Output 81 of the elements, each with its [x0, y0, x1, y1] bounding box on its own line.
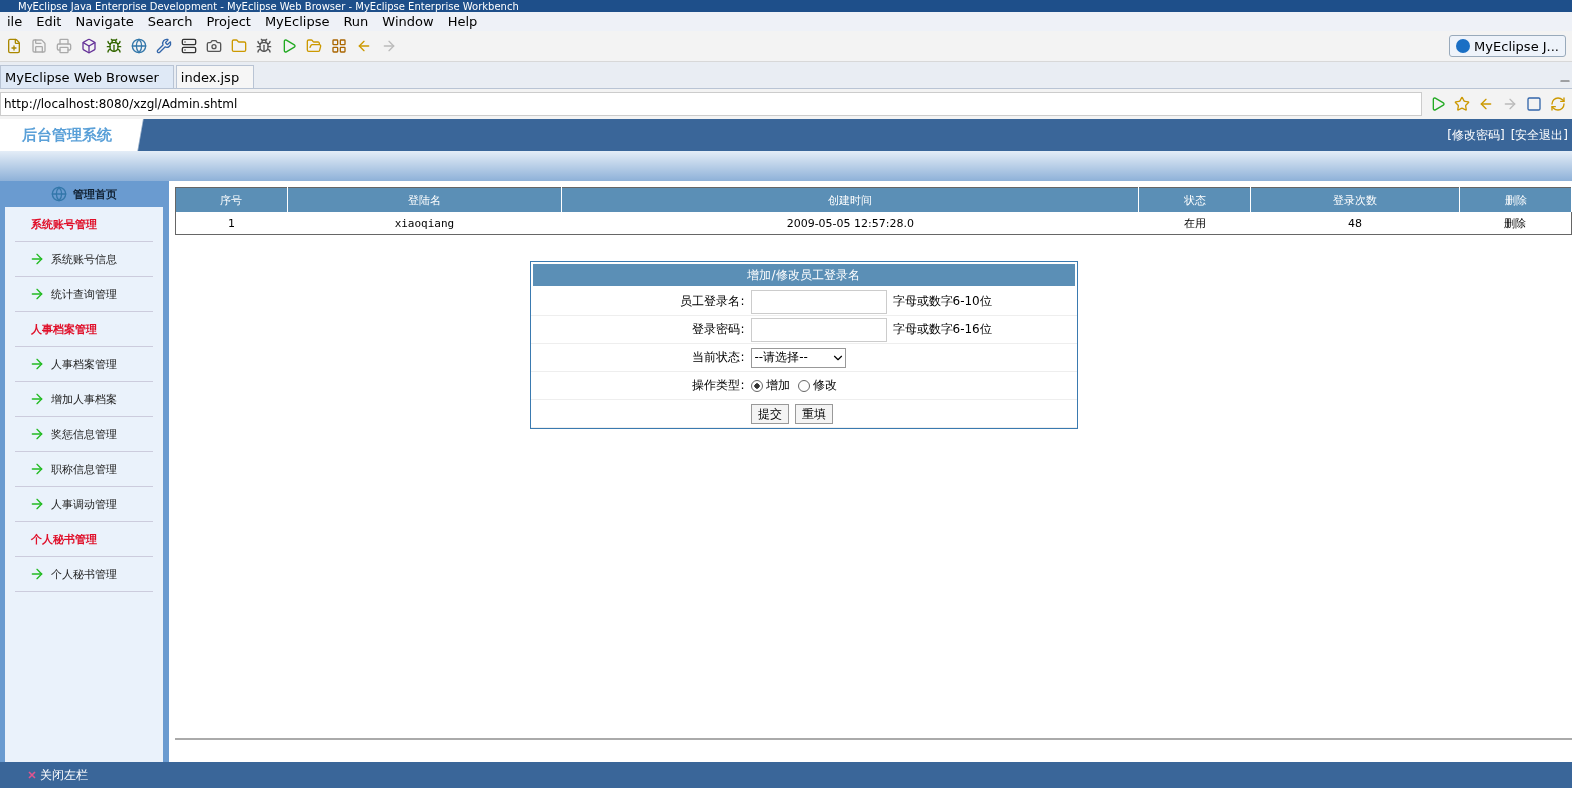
save-icon[interactable] — [31, 38, 47, 54]
editor-tab[interactable]: index.jsp — [175, 65, 255, 88]
sidebar-link[interactable]: 职称信息管理 — [51, 461, 117, 477]
sidebar-section-title: 人事档案管理 — [31, 321, 97, 337]
forward-arrow-icon[interactable] — [381, 38, 397, 54]
globe-icon[interactable] — [131, 38, 147, 54]
grid-icon[interactable] — [331, 38, 347, 54]
folder-icon[interactable] — [231, 38, 247, 54]
close-icon — [28, 771, 36, 779]
input-field[interactable] — [750, 317, 887, 342]
field-hint: 字母或数字6-16位 — [891, 321, 993, 338]
forward-arrow-icon[interactable] — [1502, 96, 1518, 112]
header-link[interactable]: [修改密码] — [1447, 126, 1505, 144]
menu-item[interactable]: Search — [140, 14, 200, 29]
perspective-button[interactable]: MyEclipse J... — [1449, 35, 1566, 57]
column-header: 删除 — [1459, 187, 1572, 212]
sidebar-section-title: 个人秘书管理 — [31, 531, 97, 547]
menu-item[interactable]: Edit — [29, 14, 69, 29]
table-cell: 1 — [175, 212, 287, 235]
menu-item[interactable]: Help — [440, 14, 485, 29]
new-file-icon[interactable] — [6, 38, 22, 54]
window-title: MyEclipse Java Enterprise Development - MyEclipse Web Browser - MyEclipse Enterprise Workbench — [18, 0, 519, 12]
back-arrow-icon[interactable] — [356, 38, 372, 54]
menu-item[interactable]: Run — [336, 14, 376, 29]
url-field[interactable]: http://localhost:8080/xzgl/Admin.shtml — [0, 92, 1422, 116]
column-header: 序号 — [175, 187, 287, 212]
star-icon[interactable] — [1454, 96, 1470, 112]
box-icon[interactable] — [81, 38, 97, 54]
refresh-icon[interactable] — [1550, 96, 1566, 112]
sidebar-link[interactable]: 系统账号信息 — [51, 251, 117, 267]
print-icon[interactable] — [56, 38, 72, 54]
table-cell: 在用 — [1138, 212, 1251, 235]
input-field[interactable] — [750, 289, 887, 314]
arrow-icon — [29, 251, 45, 267]
menu-item[interactable]: Navigate — [68, 14, 141, 29]
menu-item[interactable]: Window — [375, 14, 441, 29]
camera-icon[interactable] — [206, 38, 222, 54]
go-icon[interactable] — [1430, 96, 1446, 112]
sidebar-link[interactable]: 奖惩信息管理 — [51, 426, 117, 442]
close-sidebar-link[interactable]: 关闭左栏 — [40, 766, 88, 784]
sidebar-section-title: 系统账号管理 — [31, 216, 97, 232]
field-hint: 字母或数字6-10位 — [891, 293, 993, 310]
home-link[interactable]: 管理首页 — [73, 186, 117, 202]
column-header: 创建时间 — [561, 187, 1139, 212]
menu-item[interactable]: MyEclipse — [257, 14, 337, 29]
table-cell: 48 — [1250, 212, 1460, 235]
arrow-icon — [29, 566, 45, 582]
form-button[interactable]: 重填 — [794, 403, 833, 424]
header-link[interactable]: [安全退出] — [1510, 126, 1568, 144]
form-title: 增加/修改员工登录名 — [532, 264, 1075, 286]
back-arrow-icon[interactable] — [1478, 96, 1494, 112]
bug-icon[interactable] — [106, 38, 122, 54]
radio-option[interactable]: 修改 — [797, 377, 837, 394]
field-label: 员工登录名: — [680, 293, 746, 310]
folder-icon[interactable] — [306, 38, 322, 54]
sidebar-link[interactable]: 个人秘书管理 — [51, 566, 117, 582]
menu-item[interactable]: ile — [0, 14, 30, 29]
field-label: 操作类型: — [692, 377, 746, 394]
stop-icon[interactable] — [1526, 96, 1542, 112]
server-icon[interactable] — [181, 38, 197, 54]
sidebar-link[interactable]: 统计查询管理 — [51, 286, 117, 302]
editor-tab[interactable]: MyEclipse Web Browser — [0, 65, 174, 88]
bug-icon[interactable] — [256, 38, 272, 54]
wrench-icon[interactable] — [156, 38, 172, 54]
field-label: 当前状态: — [692, 349, 746, 366]
sidebar-link[interactable]: 人事档案管理 — [51, 356, 117, 372]
run-icon[interactable] — [281, 38, 297, 54]
logo-icon — [1456, 39, 1471, 53]
sidebar-link[interactable]: 人事调动管理 — [51, 496, 117, 512]
field-label: 登录密码: — [692, 321, 746, 338]
radio-option[interactable]: 增加 — [750, 377, 790, 394]
table-cell: xiaoqiang — [287, 212, 562, 235]
menu-item[interactable]: Project — [199, 14, 258, 29]
delete-link[interactable]: 删除 — [1459, 212, 1572, 235]
column-header: 状态 — [1138, 187, 1251, 212]
form-button[interactable]: 提交 — [750, 403, 789, 424]
column-header: 登陆名 — [287, 187, 562, 212]
table-cell: 2009-05-05 12:57:28.0 — [561, 212, 1139, 235]
status-dropdown[interactable]: --请选择-- — [750, 347, 846, 368]
column-header: 登录次数 — [1250, 187, 1460, 212]
sidebar-link[interactable]: 增加人事档案 — [51, 391, 117, 407]
